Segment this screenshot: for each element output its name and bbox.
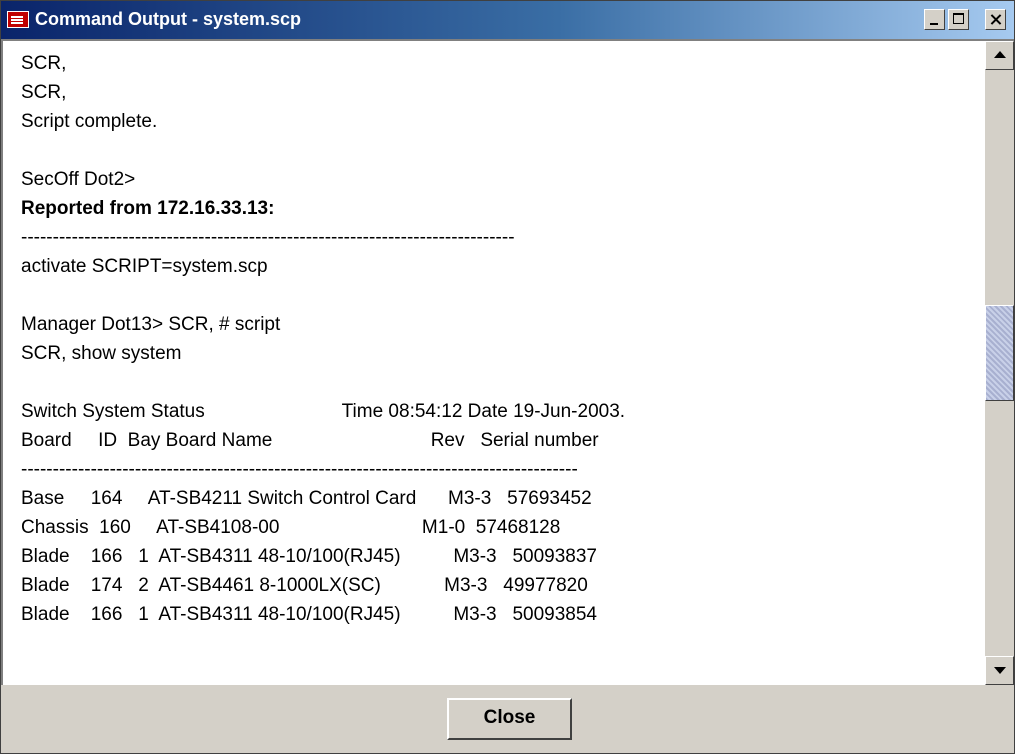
scroll-track[interactable] (985, 70, 1014, 656)
scroll-up-arrow-icon[interactable] (985, 41, 1014, 70)
window-title: Command Output - system.scp (35, 9, 302, 29)
output-line: SecOff Dot2> (21, 169, 136, 190)
output-line: Blade 166 1 AT-SB4311 48-10/100(RJ45) M3… (21, 546, 597, 567)
scroll-down-arrow-icon[interactable] (985, 656, 1014, 685)
minimize-icon[interactable] (924, 9, 945, 30)
output-line: SCR, (21, 82, 67, 103)
close-button[interactable]: Close (447, 698, 572, 740)
output-line: Blade 166 1 AT-SB4311 48-10/100(RJ45) M3… (21, 604, 597, 625)
output-lines: SCR, SCR, Script complete. SecOff Dot2> Repo… (21, 49, 976, 685)
output-line: Chassis 160 AT-SB4108-00 M1-0 57468128 (21, 517, 561, 538)
output-line: activate SCRIPT=system.scp (21, 256, 268, 277)
output-line: SCR, show system (21, 343, 182, 364)
output-line: SCR, (21, 53, 67, 74)
vertical-scrollbar[interactable] (985, 41, 1014, 685)
output-line: Switch System Status Time 08:54:12 Date … (21, 401, 626, 422)
output-line: ----------------------------------------… (21, 459, 578, 480)
output-line: Base 164 AT-SB4211 Switch Control Card M… (21, 488, 592, 509)
output-line: ----------------------------------------… (21, 227, 515, 248)
allied-telesyn-icon (7, 11, 29, 28)
output-line: Board ID Bay Board Name Rev Serial numbe… (21, 430, 599, 451)
title-bar[interactable]: Command Output - system.scp (1, 1, 1014, 39)
maximize-icon[interactable] (948, 9, 969, 30)
scroll-thumb[interactable] (985, 305, 1014, 401)
close-icon[interactable] (985, 9, 1006, 30)
output-line: Manager Dot13> SCR, # script (21, 314, 281, 335)
output-line: Reported from 172.16.33.13: (21, 198, 275, 219)
button-bar: Close (1, 685, 1014, 753)
output-line: Blade 174 2 AT-SB4461 8-1000LX(SC) M3-3 … (21, 575, 588, 596)
output-line: Script complete. (21, 111, 158, 132)
command-output-window: Command Output - system.scp SCR, SCR, Scri… (0, 0, 1015, 754)
output-text-area[interactable]: SCR, SCR, Script complete. SecOff Dot2> Repo… (1, 39, 1014, 685)
